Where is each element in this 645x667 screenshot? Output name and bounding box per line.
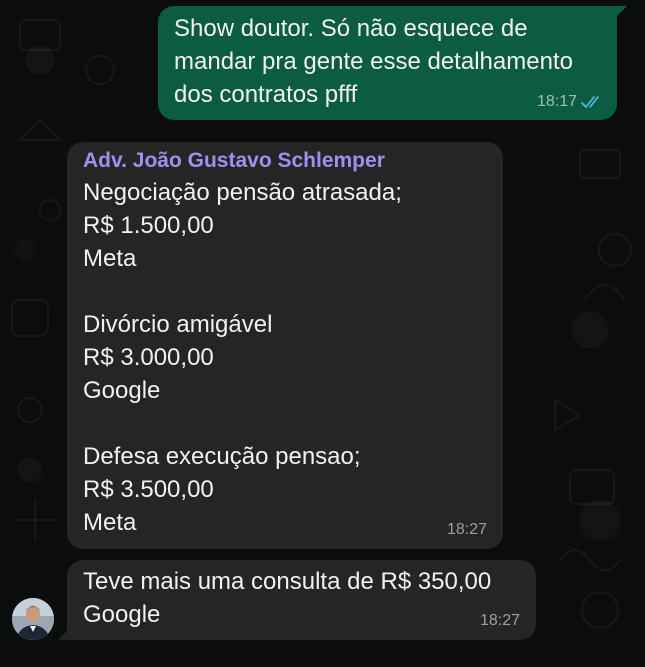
person-icon xyxy=(12,598,54,640)
message-meta: 18:17 xyxy=(537,93,605,111)
message-line: mandar pra gente esse detalhamento xyxy=(174,48,573,75)
message-line xyxy=(83,275,487,308)
message-line: Show doutor. Só não esquece de xyxy=(174,15,528,42)
message-line: Google xyxy=(83,377,161,404)
message-line: Google xyxy=(83,601,161,628)
message-line: Negociação pensão atrasada; xyxy=(83,179,402,206)
message-line: Meta xyxy=(83,245,137,272)
outgoing-message-bubble[interactable]: Show doutor. Só não esquece de mandar pr… xyxy=(158,6,627,120)
message-line: R$ 3.500,00 xyxy=(83,476,214,503)
incoming-message-bubble[interactable]: Adv. João Gustavo Schlemper Negociação p… xyxy=(67,142,503,549)
message-line: R$ 3.000,00 xyxy=(83,344,214,371)
message-line: Defesa execução pensao; xyxy=(83,443,361,470)
message-line: R$ 1.500,00 xyxy=(83,212,214,239)
message-time: 18:17 xyxy=(536,93,577,110)
bubble-tail xyxy=(58,626,72,640)
message-line: Meta xyxy=(83,509,137,536)
message-line: Divórcio amigável xyxy=(83,311,273,338)
sender-name[interactable]: Adv. João Gustavo Schlemper xyxy=(83,146,487,176)
bubble-tail xyxy=(613,6,627,20)
message-time: 18:27 xyxy=(479,612,520,629)
message-meta: 18:27 xyxy=(480,612,520,630)
sender-avatar[interactable] xyxy=(12,598,54,640)
double-check-read-icon xyxy=(581,96,599,108)
message-time: 18:27 xyxy=(446,521,487,538)
message-line: Teve mais uma consulta de R$ 350,00 xyxy=(83,568,492,595)
incoming-message-bubble[interactable]: Teve mais uma consulta de R$ 350,00 Goog… xyxy=(58,560,536,640)
message-line xyxy=(83,407,487,440)
message-meta: 18:27 xyxy=(447,521,487,539)
